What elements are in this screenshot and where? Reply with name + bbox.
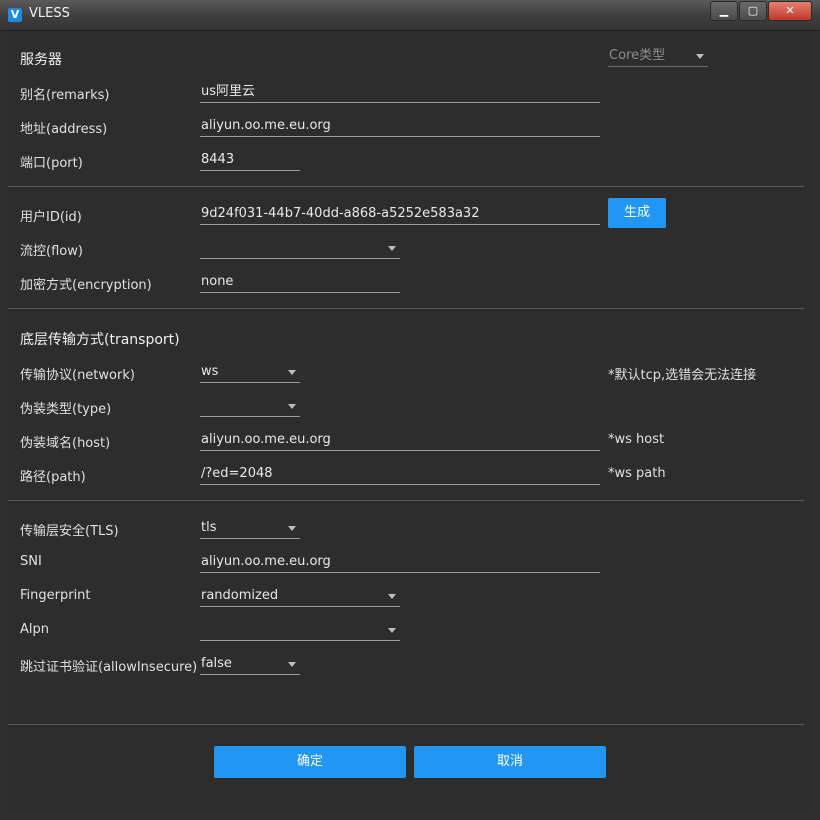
chevron-down-icon [288,404,296,409]
sni-label: SNI [20,554,42,569]
fingerprint-value: randomized [201,588,279,603]
chevron-down-icon [696,54,704,59]
allow-insecure-value: false [201,656,232,671]
id-label: 用户ID(id) [20,210,82,225]
alpn-select[interactable] [200,619,400,641]
chevron-down-icon [388,628,396,633]
divider [8,500,804,501]
fingerprint-label: Fingerprint [20,588,91,603]
chevron-down-icon [388,246,396,251]
type-label: 伪装类型(type) [20,402,112,417]
encryption-label: 加密方式(encryption) [20,278,152,293]
port-label: 端口(port) [20,156,83,171]
chevron-down-icon [388,594,396,599]
generate-id-button[interactable]: 生成 [608,198,666,228]
title-bar[interactable]: V VLESS ▁ ▢ ✕ [0,0,820,31]
path-label: 路径(path) [20,470,86,485]
address-label: 地址(address) [20,122,108,137]
divider [8,724,804,725]
flow-label: 流控(flow) [20,244,83,259]
network-label: 传输协议(network) [20,368,135,383]
app-logo-icon: V [8,8,22,22]
section-title-transport: 底层传输方式(transport) [20,332,180,348]
host-hint: *ws host [608,432,665,447]
remarks-input[interactable]: us阿里云 [200,81,600,103]
close-button[interactable]: ✕ [768,1,812,21]
dialog-body: 服务器 Core类型 别名(remarks) us阿里云 地址(address)… [8,31,812,812]
chevron-down-icon [288,370,296,375]
id-input[interactable]: 9d24f031-44b7-40dd-a868-a5252e583a32 [200,203,600,225]
remarks-label: 别名(remarks) [20,88,110,103]
tls-value: tls [201,520,217,535]
allow-insecure-select[interactable]: false [200,653,300,675]
core-type-placeholder: Core类型 [609,48,666,63]
port-input[interactable]: 8443 [200,149,300,171]
path-input[interactable]: /?ed=2048 [200,463,600,485]
chevron-down-icon [288,662,296,667]
sni-input[interactable]: aliyun.oo.me.eu.org [200,551,600,573]
divider [8,308,804,309]
chevron-down-icon [288,526,296,531]
fingerprint-select[interactable]: randomized [200,585,400,607]
type-select[interactable] [200,395,300,417]
host-input[interactable]: aliyun.oo.me.eu.org [200,429,600,451]
window-title: VLESS [29,6,70,21]
alpn-label: Alpn [20,622,49,637]
network-value: ws [201,364,219,379]
tls-label: 传输层安全(TLS) [20,524,119,539]
encryption-input[interactable]: none [200,271,400,293]
tls-select[interactable]: tls [200,517,300,539]
network-select[interactable]: ws [200,361,300,383]
core-type-select[interactable]: Core类型 [608,45,708,67]
maximize-button[interactable]: ▢ [739,1,767,21]
minimize-button[interactable]: ▁ [710,1,738,21]
network-hint: *默认tcp,选错会无法连接 [608,368,757,383]
section-title-server: 服务器 [20,52,62,68]
ok-button[interactable]: 确定 [214,746,406,778]
allow-insecure-label: 跳过证书验证(allowInsecure) [20,660,198,675]
cancel-button[interactable]: 取消 [414,746,606,778]
path-hint: *ws path [608,466,666,481]
address-input[interactable]: aliyun.oo.me.eu.org [200,115,600,137]
flow-select[interactable] [200,237,400,259]
divider [8,186,804,187]
host-label: 伪装域名(host) [20,436,111,451]
